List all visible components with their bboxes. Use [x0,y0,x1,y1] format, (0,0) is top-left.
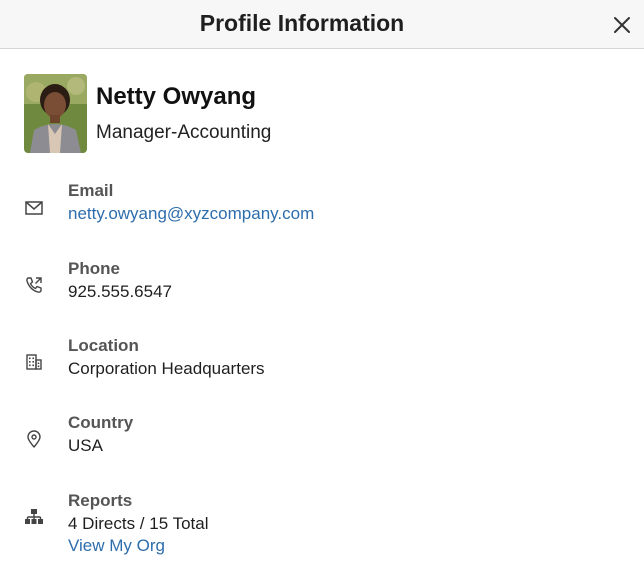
location-value: Corporation Headquarters [68,359,265,378]
close-button[interactable] [610,13,634,37]
profile-summary: Netty Owyang Manager-Accounting [24,74,624,154]
country-row: Country USA [0,413,644,459]
mail-icon [25,201,43,215]
close-icon [614,17,630,33]
country-value: USA [68,436,103,455]
avatar [24,74,87,153]
email-label: Email [68,181,114,200]
dialog-header: Profile Information [0,0,644,49]
reports-row: Reports 4 Directs / 15 Total View My Org [0,491,644,559]
phone-value: 925.555.6547 [68,282,172,301]
phone-label: Phone [68,259,120,278]
phone-icon [26,277,42,293]
location-label: Location [68,336,139,355]
view-my-org-link[interactable]: View My Org [68,536,165,556]
email-link[interactable]: netty.owyang@xyzcompany.com [68,204,314,224]
country-label: Country [68,413,134,432]
building-icon [26,354,42,370]
location-row: Location Corporation Headquarters [0,336,644,382]
dialog-title: Profile Information [199,10,405,36]
reports-label: Reports [68,491,133,510]
profile-job-title: Manager-Accounting [96,122,272,143]
org-chart-icon [25,509,43,524]
map-pin-icon [27,430,41,448]
email-row: Email netty.owyang@xyzcompany.com [0,181,644,227]
reports-value: 4 Directs / 15 Total [68,514,209,533]
profile-name: Netty Owyang [96,83,257,110]
phone-row: Phone 925.555.6547 [0,259,644,305]
